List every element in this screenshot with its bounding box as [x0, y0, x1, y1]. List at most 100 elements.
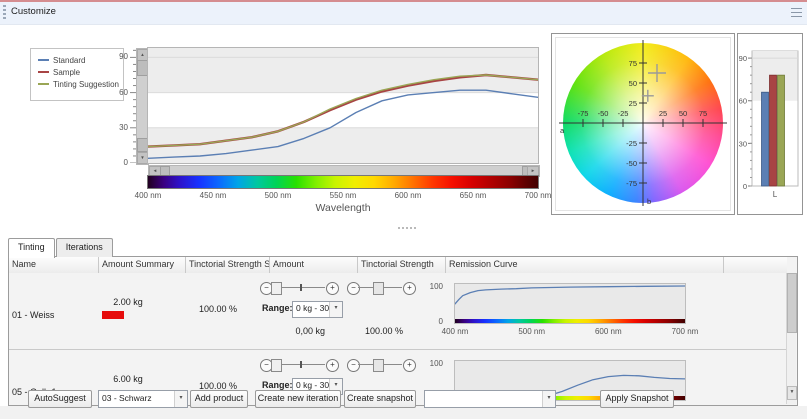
- svg-text:50: 50: [679, 109, 687, 118]
- amount-slider-track[interactable]: [281, 287, 325, 288]
- svg-text:-50: -50: [598, 109, 609, 118]
- decrease-strength-icon[interactable]: −: [347, 282, 360, 295]
- spectral-x-axis-labels: 400 nm450 nm500 nm550 nm600 nm650 nm700 …: [148, 191, 538, 201]
- scroll-down-icon[interactable]: ▼: [137, 152, 148, 164]
- create-snapshot-button[interactable]: Create snapshot: [344, 390, 416, 408]
- splitter-grip[interactable]: [398, 227, 416, 229]
- chevron-down-icon[interactable]: ▾: [174, 391, 187, 407]
- ab-axes-overlay: -75-50-25255075755025-25-50-75ab: [552, 34, 734, 214]
- strength-slider[interactable]: − +: [345, 358, 415, 371]
- legend-label: Standard: [53, 56, 85, 65]
- column-header[interactable]: Tinctorial Strength: [358, 257, 446, 273]
- table-scroll-down-icon[interactable]: ▼: [787, 386, 797, 400]
- column-header[interactable]: Amount Summary: [99, 257, 186, 273]
- x-tick-label: 400 nm: [135, 191, 162, 200]
- decrease-strength-icon[interactable]: −: [347, 359, 360, 372]
- y-tick-label: 30: [106, 123, 128, 132]
- tab-iterations[interactable]: Iterations: [56, 238, 113, 257]
- column-header[interactable]: Amount: [270, 257, 358, 273]
- svg-text:-75: -75: [578, 109, 589, 118]
- product-dropdown-value: 03 - Schwarz: [102, 391, 174, 407]
- amount-slider-thumb[interactable]: [300, 284, 302, 291]
- product-name: 01 - Weiss: [12, 310, 54, 320]
- x-tick-label: 500 nm: [518, 327, 545, 336]
- range-label: Range:: [262, 303, 293, 313]
- autosuggest-button[interactable]: AutoSuggest: [28, 390, 92, 408]
- svg-text:-50: -50: [626, 159, 637, 168]
- table-scrollbar[interactable]: ▼: [786, 273, 796, 404]
- svg-text:30: 30: [739, 139, 747, 148]
- table-header: NameAmount SummaryTinctorial Strength Su…: [9, 257, 787, 274]
- x-tick-label: 400 nm: [442, 327, 469, 336]
- svg-text:75: 75: [629, 59, 637, 68]
- apply-snapshot-button[interactable]: Apply Snapshot: [600, 390, 674, 408]
- product-dropdown[interactable]: 03 - Schwarz ▾: [98, 390, 188, 408]
- svg-text:L: L: [773, 190, 778, 199]
- tinting-table: NameAmount SummaryTinctorial Strength Su…: [8, 256, 798, 406]
- x-tick-label: 600 nm: [595, 327, 622, 336]
- increase-amount-icon[interactable]: +: [326, 359, 339, 372]
- legend-line-swatch: [38, 59, 49, 61]
- x-tick-label: 450 nm: [200, 191, 227, 200]
- slider-lock-box[interactable]: [271, 359, 282, 372]
- column-header[interactable]: Tinctorial Strength Su...: [186, 257, 270, 273]
- app-window: Customize StandardSampleTinting Suggesti…: [0, 0, 807, 419]
- wavelength-axis-title: Wavelength: [148, 202, 538, 214]
- amount-slider-thumb[interactable]: [300, 361, 302, 368]
- spectral-plot-area: [148, 48, 538, 163]
- strength-value: 100.00 %: [359, 326, 409, 336]
- amount-slider[interactable]: − +: [258, 358, 338, 371]
- strength-slider[interactable]: − +: [345, 281, 415, 294]
- increase-amount-icon[interactable]: +: [326, 282, 339, 295]
- svg-text:b: b: [647, 197, 651, 206]
- column-header[interactable]: [724, 257, 807, 273]
- amount-value: 0,00 kg: [275, 326, 325, 336]
- table-row[interactable]: 01 - Weiss 2.00 kg 100.00 % − + Range: 0…: [9, 273, 787, 350]
- range-dropdown[interactable]: 0 kg - 300 l ▾: [292, 301, 343, 318]
- x-tick-label: 550 nm: [330, 191, 357, 200]
- amount-summary-value: 6.00 kg: [103, 374, 153, 384]
- slider-lock-box[interactable]: [271, 282, 282, 295]
- lightness-chart-panel: 0306090L: [737, 33, 803, 215]
- table-scroll-thumb[interactable]: [787, 273, 797, 333]
- add-product-button[interactable]: Add product: [190, 390, 248, 408]
- column-header[interactable]: Remission Curve: [446, 257, 724, 273]
- scroll-right-icon[interactable]: ►: [527, 166, 539, 176]
- range-label: Range:: [262, 380, 293, 390]
- horizontal-scroll-thumb[interactable]: [160, 166, 170, 176]
- toolbar-title: Customize: [11, 6, 56, 17]
- spectral-y-axis-labels: 0306090: [106, 48, 128, 163]
- chevron-down-icon[interactable]: ▾: [542, 391, 555, 407]
- legend-line-swatch: [38, 71, 49, 73]
- y-tick-label: 60: [106, 88, 128, 97]
- chevron-down-icon[interactable]: ▾: [329, 302, 342, 317]
- color-wheel-panel: -75-50-25255075755025-25-50-75ab: [551, 33, 735, 215]
- customize-toolbar: Customize: [0, 0, 807, 25]
- svg-text:50: 50: [629, 79, 637, 88]
- amount-slider[interactable]: − +: [258, 281, 338, 294]
- y-tick-label: 90: [106, 52, 128, 61]
- create-new-iteration-button[interactable]: Create new iteration: [255, 390, 341, 408]
- strength-slider-thumb[interactable]: [373, 359, 384, 372]
- amount-slider-track[interactable]: [281, 364, 325, 365]
- table-body: 01 - Weiss 2.00 kg 100.00 % − + Range: 0…: [9, 273, 787, 404]
- x-tick-label: 650 nm: [460, 191, 487, 200]
- column-header[interactable]: Name: [9, 257, 99, 273]
- range-dropdown-value: 0 kg - 300 l: [296, 302, 329, 317]
- bottom-tabs: Tinting Iterations: [8, 238, 113, 257]
- x-tick-label: 600 nm: [395, 191, 422, 200]
- vertical-scroll-thumb[interactable]: [137, 60, 148, 76]
- snapshot-dropdown[interactable]: ▾: [424, 390, 556, 408]
- svg-text:25: 25: [659, 109, 667, 118]
- svg-text:75: 75: [699, 109, 707, 118]
- vertical-scroll-thumb-2[interactable]: [137, 138, 148, 152]
- tab-tinting[interactable]: Tinting: [8, 238, 55, 258]
- toolbar-drag-grip[interactable]: [3, 5, 6, 19]
- legend-label: Sample: [53, 68, 80, 77]
- x-tick-label: 700 nm: [672, 327, 699, 336]
- strength-slider-thumb[interactable]: [373, 282, 384, 295]
- menu-icon[interactable]: [791, 8, 802, 17]
- amount-summary-value: 2.00 kg: [103, 297, 153, 307]
- legend-line-swatch: [38, 83, 49, 85]
- svg-text:-25: -25: [618, 109, 629, 118]
